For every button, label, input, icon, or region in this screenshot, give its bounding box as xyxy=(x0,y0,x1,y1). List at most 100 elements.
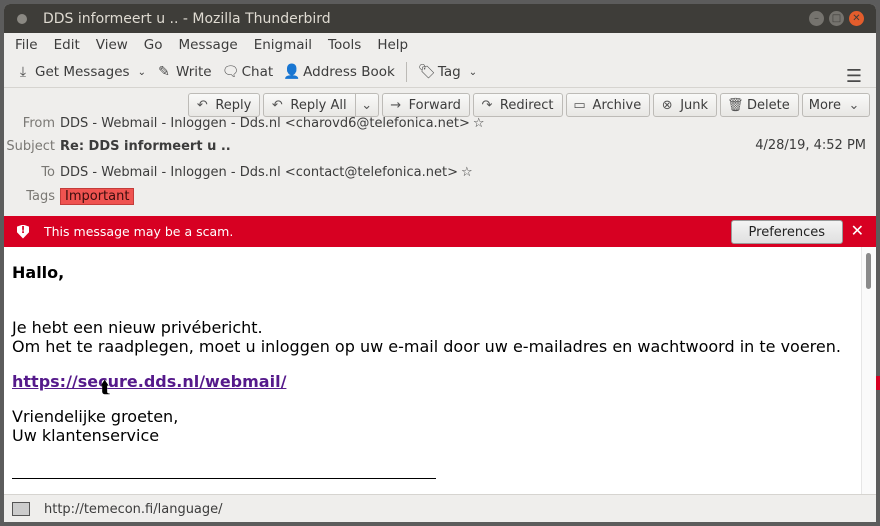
chevron-down-icon[interactable]: ⌄ xyxy=(138,67,146,78)
archive-button[interactable]: ▭ Archive xyxy=(565,93,651,117)
menu-bar: File Edit View Go Message Enigmail Tools… xyxy=(4,33,876,57)
body-line-1: Je hebt een nieuw privébericht. xyxy=(12,318,263,337)
reply-icon: ↶ xyxy=(196,97,208,113)
tags-row: Tags Important xyxy=(4,188,135,205)
subject-value: Re: DDS informeert u .. xyxy=(60,139,231,154)
redirect-icon: ↷ xyxy=(481,97,493,113)
to-row: To DDS - Webmail - Inloggen - Dds.nl <co… xyxy=(4,165,473,180)
download-icon: ⤓ xyxy=(19,64,27,80)
more-button[interactable]: More ⌄ xyxy=(801,93,870,117)
subject-row: Subject Re: DDS informeert u .. xyxy=(4,139,231,154)
forward-icon: → xyxy=(390,97,402,113)
get-messages-label: Get Messages xyxy=(35,64,130,80)
maximize-icon[interactable]: □ xyxy=(829,11,844,26)
tag-button[interactable]: 🏷 Tag ⌄ xyxy=(413,60,482,84)
address-book-button[interactable]: 👤 Address Book xyxy=(278,60,400,84)
background-window-edge xyxy=(876,376,880,390)
contact-icon: 👤 xyxy=(283,64,301,80)
tag-label: Tag xyxy=(437,64,461,80)
menu-view[interactable]: View xyxy=(88,37,136,53)
app-menu-icon[interactable]: ☰ xyxy=(846,66,862,87)
reply-all-dropdown[interactable]: ⌄ xyxy=(355,93,379,117)
closing-line-1: Vriendelijke groeten, xyxy=(12,407,179,426)
reply-label: Reply xyxy=(215,97,252,113)
star-icon[interactable]: ☆ xyxy=(461,165,473,180)
junk-button[interactable]: ⊗ Junk xyxy=(653,93,718,117)
delete-label: Delete xyxy=(747,97,790,113)
reply-all-button[interactable]: ↶ Reply All xyxy=(263,93,356,117)
body-line-2: Om het te raadplegen, moet u inloggen op… xyxy=(12,337,841,356)
reply-all-icon: ↶ xyxy=(271,97,283,113)
app-icon xyxy=(17,13,27,24)
menu-tools[interactable]: Tools xyxy=(320,37,369,53)
tag-icon: 🏷 xyxy=(417,64,436,80)
subject-label: Subject xyxy=(6,139,55,154)
reply-all-split: ↶ Reply All ⌄ xyxy=(263,93,379,117)
from-value[interactable]: DDS - Webmail - Inloggen - Dds.nl <charo… xyxy=(60,116,470,131)
scam-warning-bar: ! This message may be a scam. Preference… xyxy=(4,216,876,247)
pencil-icon: ✎ xyxy=(158,64,170,80)
closing-line-2: Uw klantenservice xyxy=(12,426,160,445)
message-body: Hallo, Je hebt een nieuw privébericht. O… xyxy=(4,247,862,494)
write-label: Write xyxy=(175,64,212,80)
signature-divider xyxy=(12,478,436,479)
tags-label: Tags xyxy=(26,189,55,204)
thunderbird-window: DDS informeert u .. - Mozilla Thunderbir… xyxy=(4,4,876,522)
warning-shield-icon: ! xyxy=(17,224,29,239)
chat-button[interactable]: 🗨 Chat xyxy=(217,60,279,84)
to-label: To xyxy=(41,165,55,180)
chevron-down-icon: ⌄ xyxy=(848,97,860,113)
menu-file[interactable]: File xyxy=(7,37,46,53)
scam-message: This message may be a scam. xyxy=(44,224,234,239)
from-label: From xyxy=(22,116,55,131)
archive-label: Archive xyxy=(592,97,642,113)
title-bar: DDS informeert u .. - Mozilla Thunderbir… xyxy=(4,4,876,33)
window-controls: – □ ✕ xyxy=(809,11,864,26)
chat-bubble-icon: 🗨 xyxy=(221,64,240,80)
important-tag: Important xyxy=(60,188,135,205)
status-bar: http://temecon.fi/language/ xyxy=(4,494,876,522)
redirect-label: Redirect xyxy=(499,97,554,113)
mouse-cursor-icon: ⮬ xyxy=(100,378,111,398)
reply-all-label: Reply All xyxy=(290,97,347,113)
get-messages-button[interactable]: ⤓ Get Messages ⌄ xyxy=(10,60,151,84)
archive-icon: ▭ xyxy=(573,97,586,113)
write-button[interactable]: ✎ Write xyxy=(151,60,217,84)
close-icon[interactable]: ✕ xyxy=(851,221,864,240)
star-icon[interactable]: ☆ xyxy=(473,116,485,131)
forward-label: Forward xyxy=(408,97,461,113)
phishing-link[interactable]: https://secure.dds.nl/webmail/ xyxy=(12,372,286,391)
menu-message[interactable]: Message xyxy=(171,37,246,53)
toolbar-separator xyxy=(405,62,407,82)
main-toolbar: ⤓ Get Messages ⌄ ✎ Write 🗨 Chat 👤 Addres… xyxy=(4,57,876,88)
menu-help[interactable]: Help xyxy=(369,37,416,53)
minimize-icon[interactable]: – xyxy=(809,11,824,26)
chevron-down-icon: ⌄ xyxy=(468,66,478,78)
menu-edit[interactable]: Edit xyxy=(46,37,88,53)
body-scrollbar[interactable] xyxy=(861,247,876,494)
junk-icon: ⊗ xyxy=(661,97,673,113)
junk-label: Junk xyxy=(680,97,709,113)
to-value[interactable]: DDS - Webmail - Inloggen - Dds.nl <conta… xyxy=(60,165,458,180)
status-url: http://temecon.fi/language/ xyxy=(44,501,223,517)
menu-enigmail[interactable]: Enigmail xyxy=(246,37,320,53)
reply-button[interactable]: ↶ Reply xyxy=(188,93,261,117)
address-book-label: Address Book xyxy=(303,64,395,80)
from-row: From DDS - Webmail - Inloggen - Dds.nl <… xyxy=(4,116,485,131)
window-title: DDS informeert u .. - Mozilla Thunderbir… xyxy=(43,10,331,27)
close-icon[interactable]: ✕ xyxy=(849,11,864,26)
message-date: 4/28/19, 4:52 PM xyxy=(755,138,866,153)
delete-button[interactable]: 🗑 Delete xyxy=(720,93,799,117)
message-header: ↶ Reply ↶ Reply All ⌄ → Forward ↷ Redire… xyxy=(4,88,876,232)
more-label: More xyxy=(808,97,841,113)
chat-label: Chat xyxy=(241,64,274,80)
forward-button[interactable]: → Forward xyxy=(381,93,470,117)
greeting-text: Hallo, xyxy=(12,263,65,282)
redirect-button[interactable]: ↷ Redirect xyxy=(472,93,563,117)
scrollbar-thumb[interactable] xyxy=(866,253,871,289)
trash-icon: 🗑 xyxy=(727,97,744,113)
preferences-button[interactable]: Preferences xyxy=(730,220,843,244)
network-status-icon xyxy=(12,502,30,516)
message-actions: ↶ Reply ↶ Reply All ⌄ → Forward ↷ Redire… xyxy=(188,93,870,117)
menu-go[interactable]: Go xyxy=(136,37,171,53)
